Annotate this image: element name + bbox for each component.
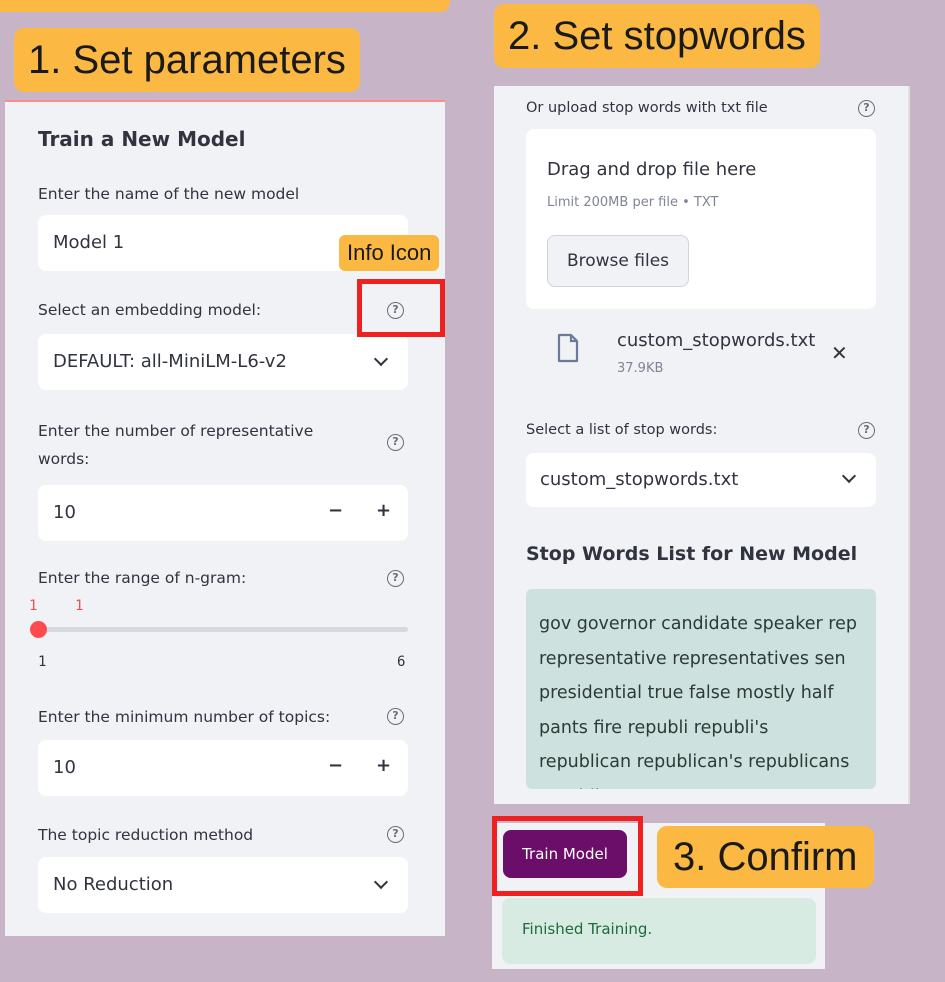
success-message: Finished Training.	[522, 920, 653, 938]
model-name-label: Enter the name of the new model	[38, 185, 300, 203]
stopwords-select[interactable]: custom_stopwords.txt	[526, 453, 876, 507]
info-icon[interactable]: ?	[387, 434, 404, 451]
chevron-down-icon	[841, 468, 857, 484]
min-topics-value: 10	[53, 757, 76, 778]
info-icon-highlight	[357, 279, 445, 337]
embedding-select[interactable]: DEFAULT: all-MiniLM-L6-v2	[38, 334, 408, 390]
embedding-value: DEFAULT: all-MiniLM-L6-v2	[53, 351, 287, 372]
remove-file-icon[interactable]: ✕	[831, 341, 848, 365]
info-icon[interactable]: ?	[858, 100, 875, 117]
browse-files-button[interactable]: Browse files	[547, 235, 689, 287]
rep-words-value: 10	[53, 502, 76, 523]
uploaded-file-size: 37.9KB	[617, 361, 664, 376]
uploaded-file-name: custom_stopwords.txt	[617, 330, 816, 351]
increment-button[interactable]: +	[376, 500, 391, 521]
ngram-low-thumb-value: 1	[29, 598, 38, 614]
stopwords-text: gov governor candidate speaker rep repre…	[539, 614, 857, 789]
rep-words-stepper[interactable]: 10 − +	[38, 485, 408, 541]
ngram-min: 1	[38, 654, 47, 670]
embedding-label: Select an embedding model:	[38, 301, 262, 319]
stopwords-panel: Or upload stop words with txt file ? Dra…	[494, 86, 910, 804]
info-icon[interactable]: ?	[387, 708, 404, 725]
ngram-slider-track[interactable]	[38, 627, 408, 632]
chevron-down-icon	[373, 351, 389, 367]
callout-info-icon: Info Icon	[339, 235, 440, 271]
reduction-label: The topic reduction method	[38, 826, 254, 844]
dropzone-title: Drag and drop file here	[547, 159, 757, 180]
stopwords-select-label: Select a list of stop words:	[526, 422, 718, 438]
info-icon[interactable]: ?	[858, 422, 875, 439]
ngram-slider-thumb[interactable]	[30, 621, 47, 638]
stopwords-list-heading: Stop Words List for New Model	[526, 543, 858, 565]
decrement-button[interactable]: −	[328, 755, 343, 776]
stopwords-text-area[interactable]: gov governor candidate speaker rep repre…	[526, 589, 876, 789]
decrement-button[interactable]: −	[328, 500, 343, 521]
ngram-max: 6	[397, 654, 406, 670]
increment-button[interactable]: +	[376, 755, 391, 776]
ngram-high-thumb-value: 1	[75, 598, 84, 614]
callout-set-parameters: 1. Set parameters	[14, 28, 360, 92]
upload-label: Or upload stop words with txt file	[526, 100, 768, 116]
min-topics-label: Enter the minimum number of topics:	[38, 708, 331, 726]
min-topics-stepper[interactable]: 10 − +	[38, 740, 408, 796]
file-icon	[556, 333, 580, 363]
callout-confirm: 3. Confirm	[657, 826, 874, 888]
stopwords-select-value: custom_stopwords.txt	[540, 469, 739, 490]
ngram-label: Enter the range of n-gram:	[38, 569, 247, 587]
top-callout-fragment	[0, 0, 450, 12]
dropzone-limit: Limit 200MB per file • TXT	[547, 195, 719, 210]
reduction-value: No Reduction	[53, 874, 174, 895]
file-dropzone[interactable]: Drag and drop file here Limit 200MB per …	[526, 129, 876, 309]
success-alert: Finished Training.	[502, 898, 816, 964]
chevron-down-icon	[373, 874, 389, 890]
train-button-highlight	[492, 816, 643, 896]
info-icon[interactable]: ?	[387, 570, 404, 587]
model-name-value: Model 1	[53, 232, 125, 253]
panel-heading: Train a New Model	[38, 127, 246, 151]
train-model-panel: Train a New Model Enter the name of the …	[5, 100, 445, 936]
rep-words-label: Enter the number of representative words…	[38, 422, 314, 468]
callout-set-stopwords: 2. Set stopwords	[494, 4, 820, 68]
reduction-select[interactable]: No Reduction	[38, 857, 408, 913]
info-icon[interactable]: ?	[387, 826, 404, 843]
